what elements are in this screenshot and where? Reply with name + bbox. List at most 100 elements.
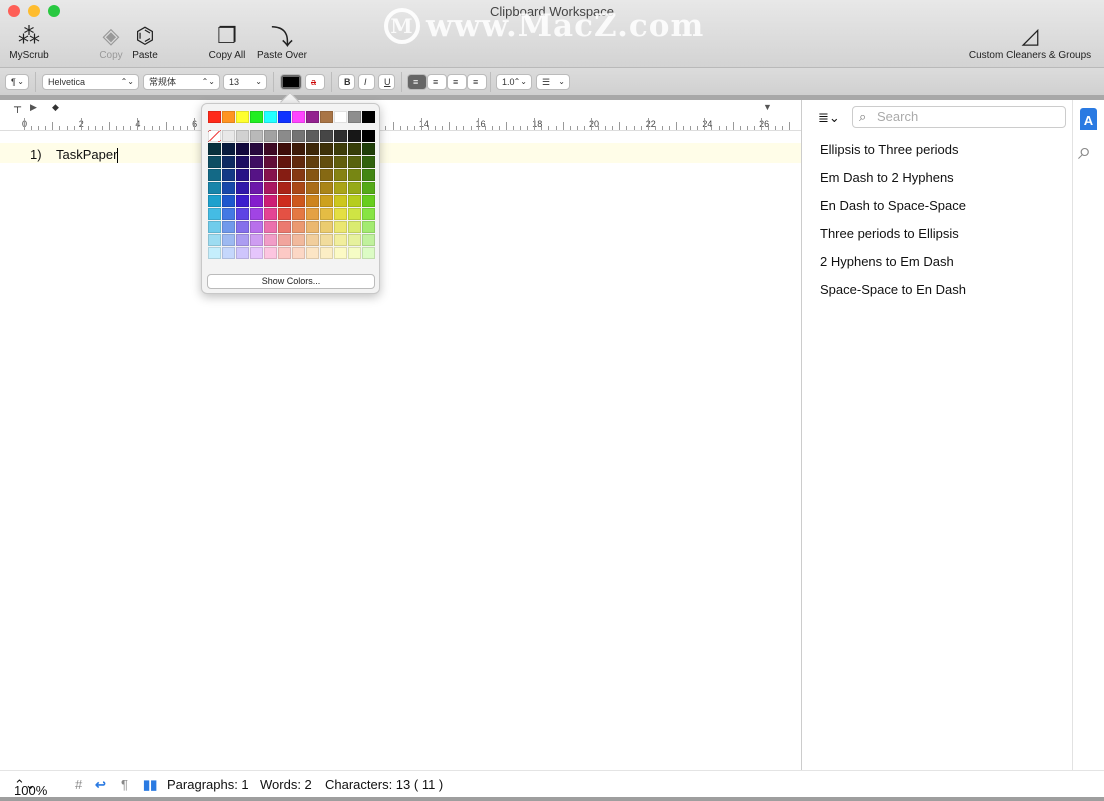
color-swatch[interactable] [306, 111, 319, 123]
color-swatch[interactable] [306, 247, 319, 259]
italic-button[interactable]: I [358, 74, 375, 90]
color-swatch[interactable] [292, 208, 305, 220]
show-colors-button[interactable]: Show Colors... [207, 274, 375, 289]
color-swatch[interactable] [222, 221, 235, 233]
first-indent-marker-icon[interactable]: ▶ [30, 102, 37, 113]
color-swatch[interactable] [320, 182, 333, 194]
color-swatch[interactable] [348, 221, 361, 233]
cleaner-item[interactable]: Three periods to Ellipsis [820, 226, 966, 254]
color-swatch[interactable] [348, 182, 361, 194]
color-swatch[interactable] [334, 156, 347, 168]
font-size-select[interactable]: 13 ⌄ [223, 74, 267, 90]
color-swatch[interactable] [250, 130, 263, 142]
cleaner-item[interactable]: En Dash to Space-Space [820, 198, 966, 226]
color-swatch[interactable] [264, 156, 277, 168]
color-swatch[interactable] [278, 208, 291, 220]
cleaner-item[interactable]: Space-Space to En Dash [820, 282, 966, 310]
color-swatch[interactable] [222, 143, 235, 155]
color-swatch[interactable] [236, 208, 249, 220]
color-swatch[interactable] [264, 234, 277, 246]
color-swatch[interactable] [278, 182, 291, 194]
color-swatch[interactable] [222, 247, 235, 259]
hash-icon[interactable]: # [75, 777, 82, 792]
color-swatch[interactable] [362, 182, 375, 194]
color-swatch[interactable] [348, 208, 361, 220]
color-swatch[interactable] [208, 143, 221, 155]
document-line[interactable]: 1) TaskPaper [30, 147, 119, 164]
color-swatch[interactable] [320, 221, 333, 233]
stats-chart-icon[interactable]: ▮▮ [143, 777, 157, 793]
character-bottle-icon[interactable]: A [1080, 108, 1097, 130]
align-center-button[interactable]: ≡ [427, 74, 447, 90]
color-swatch[interactable] [236, 130, 249, 142]
color-swatch[interactable] [348, 234, 361, 246]
right-margin-marker-icon[interactable]: ▼ [763, 102, 772, 112]
color-swatch[interactable] [348, 156, 361, 168]
color-swatch[interactable] [348, 111, 361, 123]
color-swatch[interactable] [222, 234, 235, 246]
myscrub-button[interactable]: ⁂ MyScrub [6, 22, 52, 61]
color-swatch[interactable] [306, 143, 319, 155]
color-swatch[interactable] [334, 208, 347, 220]
color-swatch[interactable] [292, 195, 305, 207]
color-swatch[interactable] [250, 111, 263, 123]
paste-over-button[interactable]: ⤵ Paste Over [252, 22, 312, 61]
list-menu-icon[interactable]: ≣⌄ [818, 110, 840, 126]
color-swatch[interactable] [306, 130, 319, 142]
color-swatch[interactable] [292, 234, 305, 246]
color-swatch[interactable] [306, 208, 319, 220]
color-swatch[interactable] [236, 156, 249, 168]
color-swatch[interactable] [264, 111, 277, 123]
paragraph-style-select[interactable]: ¶ ⌄ [5, 74, 29, 90]
justify-button[interactable]: ≡ [467, 74, 487, 90]
color-swatch[interactable] [236, 182, 249, 194]
color-swatch[interactable] [306, 182, 319, 194]
color-swatch[interactable] [334, 130, 347, 142]
color-swatch[interactable] [362, 156, 375, 168]
color-swatch[interactable] [236, 221, 249, 233]
color-swatch[interactable] [250, 169, 263, 181]
color-swatch[interactable] [264, 247, 277, 259]
color-swatch[interactable] [362, 195, 375, 207]
color-swatch[interactable] [278, 111, 291, 123]
color-swatch[interactable] [208, 195, 221, 207]
color-swatch[interactable] [292, 143, 305, 155]
color-swatch[interactable] [236, 234, 249, 246]
underline-button[interactable]: U [378, 74, 395, 90]
color-swatch[interactable] [320, 234, 333, 246]
color-swatch[interactable] [292, 130, 305, 142]
background-color-button[interactable]: a [305, 74, 325, 90]
color-swatch[interactable] [334, 182, 347, 194]
left-indent-marker-icon[interactable]: ◆ [52, 102, 59, 113]
align-right-button[interactable]: ≡ [447, 74, 467, 90]
color-swatch[interactable] [348, 143, 361, 155]
cleaner-item[interactable]: 2 Hyphens to Em Dash [820, 254, 966, 282]
color-swatch[interactable] [292, 111, 305, 123]
color-swatch[interactable] [306, 169, 319, 181]
color-swatch[interactable] [320, 130, 333, 142]
color-swatch[interactable] [292, 169, 305, 181]
color-swatch[interactable] [208, 169, 221, 181]
color-swatch[interactable] [348, 130, 361, 142]
color-swatch[interactable] [264, 143, 277, 155]
color-swatch[interactable] [362, 130, 375, 142]
color-swatch[interactable] [362, 234, 375, 246]
color-swatch[interactable] [320, 247, 333, 259]
color-swatch[interactable] [222, 156, 235, 168]
color-swatch[interactable] [334, 221, 347, 233]
color-swatch[interactable] [362, 143, 375, 155]
color-swatch[interactable] [236, 169, 249, 181]
color-swatch[interactable] [320, 208, 333, 220]
color-swatch[interactable] [292, 182, 305, 194]
color-swatch[interactable] [348, 169, 361, 181]
color-swatch[interactable] [292, 247, 305, 259]
color-swatch[interactable] [264, 208, 277, 220]
color-swatch[interactable] [306, 195, 319, 207]
color-swatch[interactable] [208, 156, 221, 168]
bold-button[interactable]: B [338, 74, 355, 90]
color-swatch[interactable] [278, 143, 291, 155]
color-swatch[interactable] [334, 195, 347, 207]
ruler[interactable]: ┬ ▶ ◆ ▼ 02468101214161820222426 [0, 100, 801, 131]
color-swatch[interactable] [362, 208, 375, 220]
color-swatch[interactable] [278, 130, 291, 142]
